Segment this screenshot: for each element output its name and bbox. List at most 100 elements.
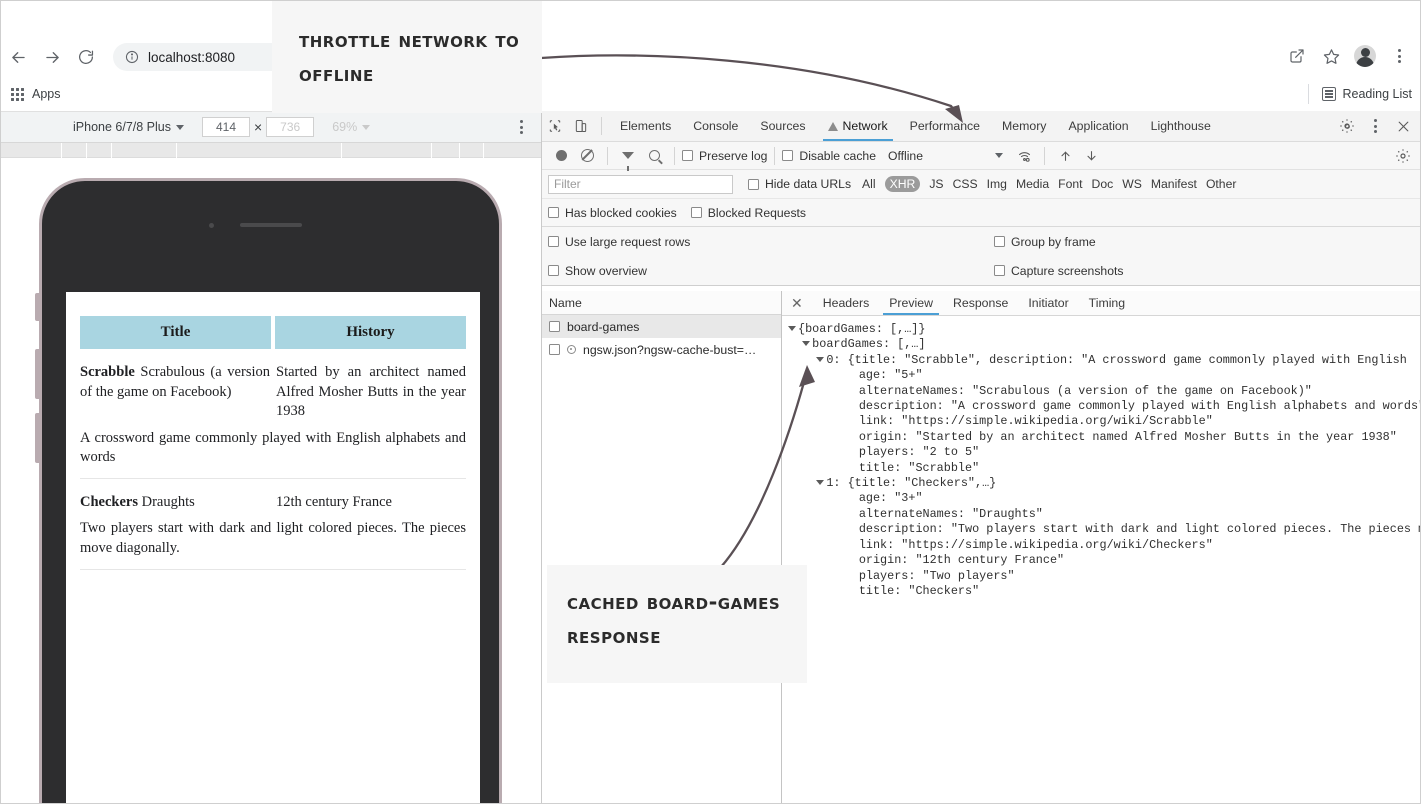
back-arrow-icon[interactable] <box>1 40 35 74</box>
search-icon[interactable] <box>641 143 667 169</box>
disclosure-triangle-icon[interactable] <box>816 356 825 362</box>
tab-performance[interactable]: Performance <box>899 111 991 141</box>
json-preview-line[interactable]: description: "Two players start with dar… <box>788 522 1420 537</box>
json-preview-line[interactable]: {boardGames: [,…]} <box>788 322 1420 337</box>
use-large-request-rows-checkbox[interactable]: Use large request rows <box>548 235 690 249</box>
preserve-log-checkbox[interactable]: Preserve log <box>682 149 767 163</box>
devtools-more-icon[interactable] <box>1362 113 1388 139</box>
close-icon[interactable]: ✕ <box>791 296 803 310</box>
json-preview-line[interactable]: alternateNames: "Draughts" <box>788 507 1420 522</box>
tab-sources[interactable]: Sources <box>749 111 816 141</box>
json-preview-line[interactable]: title: "Scrabble" <box>788 461 1420 476</box>
gear-icon[interactable] <box>1334 113 1360 139</box>
star-icon[interactable] <box>1316 41 1346 71</box>
disclosure-triangle-icon[interactable] <box>802 341 811 347</box>
json-preview-line[interactable]: origin: "Started by an architect named A… <box>788 430 1420 445</box>
throttle-select[interactable]: Offline <box>888 149 1003 163</box>
group-by-frame-checkbox[interactable]: Group by frame <box>994 235 1096 249</box>
tab-elements[interactable]: Elements <box>609 111 682 141</box>
json-preview-line[interactable]: link: "https://simple.wikipedia.org/wiki… <box>788 414 1420 429</box>
phone-screen[interactable]: Title History Scrabble Scrabulous (a ver… <box>66 292 480 803</box>
reading-list-button[interactable]: Reading List <box>1307 79 1413 109</box>
device-toolbar-more-icon[interactable] <box>520 120 523 134</box>
import-har-icon[interactable] <box>1052 143 1078 169</box>
avatar-icon[interactable] <box>1350 41 1380 71</box>
request-row-ngsw-json[interactable]: ngsw.json?ngsw-cache-bust=… <box>542 338 781 361</box>
chevron-down-icon <box>995 153 1003 158</box>
json-preview-line[interactable]: 1: {title: "Checkers",…} <box>788 476 1420 491</box>
has-blocked-cookies-checkbox[interactable]: Has blocked cookies <box>548 206 677 220</box>
forward-arrow-icon[interactable] <box>35 40 69 74</box>
filter-type-css[interactable]: CSS <box>953 177 978 191</box>
apps-bookmark-label[interactable]: Apps <box>32 87 61 101</box>
filter-type-js[interactable]: JS <box>929 177 943 191</box>
json-preview-line[interactable]: age: "5+" <box>788 368 1420 383</box>
filter-type-doc[interactable]: Doc <box>1092 177 1114 191</box>
json-preview-line[interactable]: age: "3+" <box>788 491 1420 506</box>
tab-application[interactable]: Application <box>1057 111 1139 141</box>
inspect-element-icon[interactable] <box>542 113 568 139</box>
filter-type-all[interactable]: All <box>862 177 876 191</box>
filter-type-xhr[interactable]: XHR <box>884 176 921 192</box>
device-width-input[interactable]: 414 <box>202 117 250 137</box>
export-har-icon[interactable] <box>1078 143 1104 169</box>
json-preview-line[interactable]: alternateNames: "Scrabulous (a version o… <box>788 384 1420 399</box>
blocked-requests-checkbox[interactable]: Blocked Requests <box>690 206 806 220</box>
filter-type-other[interactable]: Other <box>1206 177 1236 191</box>
disclosure-triangle-icon[interactable] <box>788 326 796 331</box>
filter-type-media[interactable]: Media <box>1016 177 1049 191</box>
json-preview-line[interactable]: title: "Checkers" <box>788 584 1420 599</box>
kebab-menu-icon[interactable] <box>1384 41 1414 71</box>
board-game-entry: Checkers Draughts 12th century France Tw… <box>80 479 466 570</box>
reload-icon[interactable] <box>69 40 103 74</box>
tab-memory[interactable]: Memory <box>991 111 1057 141</box>
device-width-value: 414 <box>215 120 237 134</box>
entry-title-cell: Checkers Draughts <box>80 493 276 513</box>
apps-grid-icon[interactable] <box>11 87 24 101</box>
capture-screenshots-checkbox[interactable]: Capture screenshots <box>994 264 1123 278</box>
close-icon[interactable] <box>1390 113 1416 139</box>
detail-tab-initiator[interactable]: Initiator <box>1018 291 1078 315</box>
detail-tab-response[interactable]: Response <box>943 291 1018 315</box>
reading-list-label: Reading List <box>1342 87 1413 101</box>
network-conditions-icon[interactable] <box>1011 143 1037 169</box>
tab-network[interactable]: Network <box>817 111 899 141</box>
filter-type-font[interactable]: Font <box>1058 177 1082 191</box>
reading-list-icon <box>1321 87 1336 101</box>
json-preview-line[interactable]: players: "2 to 5" <box>788 445 1420 460</box>
json-preview-viewer[interactable]: {boardGames: [,…]} boardGames: [,…] 0: {… <box>782 316 1420 803</box>
funnel-icon[interactable] <box>615 143 641 171</box>
json-preview-line[interactable]: 0: {title: "Scrabble", description: "A c… <box>788 352 1420 368</box>
filter-type-manifest[interactable]: Manifest <box>1151 177 1197 191</box>
json-preview-line[interactable]: origin: "12th century France" <box>788 553 1420 568</box>
request-row-board-games[interactable]: board-games <box>542 315 781 338</box>
show-overview-checkbox[interactable]: Show overview <box>548 264 647 278</box>
device-height-input[interactable]: 736 <box>266 117 315 137</box>
filter-type-img[interactable]: Img <box>987 177 1007 191</box>
json-preview-text: {boardGames: [,…]} <box>798 322 926 336</box>
device-select[interactable]: iPhone 6/7/8 Plus <box>73 120 184 134</box>
network-settings-pane: Use large request rows Group by frame Sh… <box>542 227 1420 286</box>
detail-tab-headers[interactable]: Headers <box>813 291 879 315</box>
device-zoom-select[interactable]: 69% <box>332 120 371 134</box>
disclosure-triangle-icon[interactable] <box>816 480 825 486</box>
filter-type-ws[interactable]: WS <box>1122 177 1142 191</box>
filter-input[interactable]: Filter <box>548 174 733 194</box>
json-preview-line[interactable]: description: "A crossword game commonly … <box>788 399 1420 414</box>
disable-cache-checkbox[interactable]: Disable cache <box>782 149 876 163</box>
clear-icon[interactable] <box>574 143 600 169</box>
hide-data-urls-checkbox[interactable]: Hide data URLs <box>748 177 851 191</box>
share-icon[interactable] <box>1282 41 1312 71</box>
site-info-icon[interactable] <box>125 50 139 64</box>
detail-tab-preview[interactable]: Preview <box>879 291 943 315</box>
json-preview-text: 0: {title: "Scrabble", description: "A c… <box>826 352 1407 367</box>
tab-lighthouse[interactable]: Lighthouse <box>1140 111 1222 141</box>
json-preview-line[interactable]: boardGames: [,…] <box>788 337 1420 352</box>
device-toolbar-icon[interactable] <box>568 113 594 139</box>
tab-console[interactable]: Console <box>682 111 749 141</box>
network-settings-gear-icon[interactable] <box>1390 143 1416 169</box>
json-preview-line[interactable]: link: "https://simple.wikipedia.org/wiki… <box>788 538 1420 553</box>
record-button-icon[interactable] <box>548 143 574 169</box>
json-preview-line[interactable]: players: "Two players" <box>788 569 1420 584</box>
detail-tab-timing[interactable]: Timing <box>1079 291 1135 315</box>
